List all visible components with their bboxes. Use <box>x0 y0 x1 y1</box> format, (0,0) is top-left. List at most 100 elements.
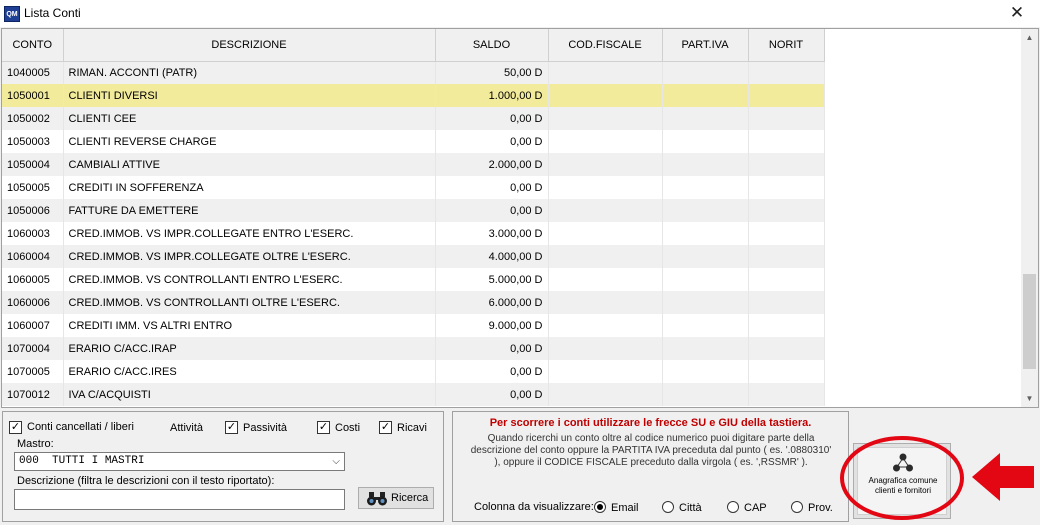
cell-cod-fiscale[interactable] <box>548 199 663 222</box>
cell-part-iva[interactable] <box>662 199 749 222</box>
cell-conto[interactable]: 1060004 <box>2 245 64 268</box>
cell-descrizione[interactable]: CLIENTI DIVERSI <box>63 84 436 107</box>
conti-cancellati-checkbox[interactable]: ✓ <box>9 421 22 434</box>
table-row[interactable]: 1060006 CRED.IMMOB. VS CONTROLLANTI OLTRE… <box>2 291 825 314</box>
cell-saldo[interactable]: 5.000,00 D <box>435 268 549 291</box>
table-row[interactable]: 1050002 CLIENTI CEE 0,00 D <box>2 107 825 130</box>
table-row[interactable]: 1050006 FATTURE DA EMETTERE 0,00 D <box>2 199 825 222</box>
cell-norit[interactable] <box>748 245 825 268</box>
cell-saldo[interactable]: 0,00 D <box>435 130 549 153</box>
table-row[interactable]: 1070004 ERARIO C/ACC.IRAP 0,00 D <box>2 337 825 360</box>
cell-saldo[interactable]: 0,00 D <box>435 337 549 360</box>
cell-saldo[interactable]: 3.000,00 D <box>435 222 549 245</box>
cell-norit[interactable] <box>748 268 825 291</box>
cell-part-iva[interactable] <box>662 337 749 360</box>
cell-part-iva[interactable] <box>662 61 749 84</box>
column-header-norit[interactable]: NORIT <box>748 29 825 62</box>
passivita-checkbox[interactable]: ✓ <box>225 421 238 434</box>
radio-cap[interactable] <box>727 501 739 513</box>
table-row[interactable]: 1070012 IVA C/ACQUISTI 0,00 D <box>2 383 825 406</box>
cell-norit[interactable] <box>748 176 825 199</box>
cell-norit[interactable] <box>748 153 825 176</box>
cell-descrizione[interactable]: CREDITI IMM. VS ALTRI ENTRO <box>63 314 436 337</box>
cell-cod-fiscale[interactable] <box>548 153 663 176</box>
cell-norit[interactable] <box>748 314 825 337</box>
cell-saldo[interactable]: 0,00 D <box>435 176 549 199</box>
column-header-part-iva[interactable]: PART.IVA <box>662 29 749 62</box>
cell-saldo[interactable]: 50,00 D <box>435 61 549 84</box>
cell-norit[interactable] <box>748 383 825 406</box>
table-row[interactable]: 1050001 CLIENTI DIVERSI 1.000,00 D <box>2 84 825 107</box>
table-row[interactable]: 1050004 CAMBIALI ATTIVE 2.000,00 D <box>2 153 825 176</box>
cell-conto[interactable]: 1060005 <box>2 268 64 291</box>
vertical-scrollbar[interactable]: ▲ ▼ <box>1021 29 1038 407</box>
cell-conto[interactable]: 1050004 <box>2 153 64 176</box>
descrizione-filter-input[interactable] <box>14 489 345 510</box>
scroll-down-icon[interactable]: ▼ <box>1021 390 1038 407</box>
cell-norit[interactable] <box>748 107 825 130</box>
cell-conto[interactable]: 1050006 <box>2 199 64 222</box>
column-header-cod-fiscale[interactable]: COD.FISCALE <box>548 29 663 62</box>
cell-part-iva[interactable] <box>662 153 749 176</box>
cell-norit[interactable] <box>748 291 825 314</box>
cell-conto[interactable]: 1050003 <box>2 130 64 153</box>
cell-cod-fiscale[interactable] <box>548 360 663 383</box>
column-header-descrizione[interactable]: DESCRIZIONE <box>63 29 436 62</box>
cell-norit[interactable] <box>748 360 825 383</box>
cell-descrizione[interactable]: CLIENTI REVERSE CHARGE <box>63 130 436 153</box>
table-row[interactable]: 1060007 CREDITI IMM. VS ALTRI ENTRO 9.000,… <box>2 314 825 337</box>
cell-descrizione[interactable]: ERARIO C/ACC.IRES <box>63 360 436 383</box>
cell-descrizione[interactable]: CLIENTI CEE <box>63 107 436 130</box>
cell-conto[interactable]: 1070012 <box>2 383 64 406</box>
cell-descrizione[interactable]: CRED.IMMOB. VS CONTROLLANTI OLTRE L'ESER… <box>63 291 436 314</box>
column-header-saldo[interactable]: SALDO <box>435 29 549 62</box>
cell-conto[interactable]: 1060007 <box>2 314 64 337</box>
table-row[interactable]: 1040005 RIMAN. ACCONTI (PATR) 50,00 D <box>2 61 825 84</box>
cell-cod-fiscale[interactable] <box>548 61 663 84</box>
cell-part-iva[interactable] <box>662 383 749 406</box>
radio-prov[interactable] <box>791 501 803 513</box>
cell-part-iva[interactable] <box>662 314 749 337</box>
cell-part-iva[interactable] <box>662 84 749 107</box>
cell-saldo[interactable]: 0,00 D <box>435 199 549 222</box>
cell-conto[interactable]: 1060003 <box>2 222 64 245</box>
table-row[interactable]: 1050005 CREDITI IN SOFFERENZA 0,00 D <box>2 176 825 199</box>
cell-descrizione[interactable]: CRED.IMMOB. VS IMPR.COLLEGATE ENTRO L'ES… <box>63 222 436 245</box>
ricavi-checkbox[interactable]: ✓ <box>379 421 392 434</box>
cell-descrizione[interactable]: CRED.IMMOB. VS CONTROLLANTI ENTRO L'ESER… <box>63 268 436 291</box>
cell-conto[interactable]: 1050005 <box>2 176 64 199</box>
cell-norit[interactable] <box>748 222 825 245</box>
cell-cod-fiscale[interactable] <box>548 268 663 291</box>
cell-descrizione[interactable]: IVA C/ACQUISTI <box>63 383 436 406</box>
radio-citta[interactable] <box>662 501 674 513</box>
cell-part-iva[interactable] <box>662 245 749 268</box>
cell-saldo[interactable]: 0,00 D <box>435 383 549 406</box>
cell-cod-fiscale[interactable] <box>548 130 663 153</box>
scroll-up-icon[interactable]: ▲ <box>1021 29 1038 46</box>
cell-conto[interactable]: 1040005 <box>2 61 64 84</box>
cell-norit[interactable] <box>748 61 825 84</box>
cell-cod-fiscale[interactable] <box>548 107 663 130</box>
cell-norit[interactable] <box>748 130 825 153</box>
ricerca-button[interactable]: Ricerca <box>358 487 434 509</box>
table-row[interactable]: 1070005 ERARIO C/ACC.IRES 0,00 D <box>2 360 825 383</box>
cell-part-iva[interactable] <box>662 176 749 199</box>
cell-conto[interactable]: 1060006 <box>2 291 64 314</box>
cell-conto[interactable]: 1050001 <box>2 84 64 107</box>
cell-saldo[interactable]: 6.000,00 D <box>435 291 549 314</box>
cell-norit[interactable] <box>748 337 825 360</box>
cell-cod-fiscale[interactable] <box>548 222 663 245</box>
costi-checkbox[interactable]: ✓ <box>317 421 330 434</box>
scroll-thumb[interactable] <box>1023 274 1036 369</box>
cell-conto[interactable]: 1050002 <box>2 107 64 130</box>
cell-cod-fiscale[interactable] <box>548 291 663 314</box>
cell-conto[interactable]: 1070004 <box>2 337 64 360</box>
cell-cod-fiscale[interactable] <box>548 337 663 360</box>
table-row[interactable]: 1060003 CRED.IMMOB. VS IMPR.COLLEGATE ENT… <box>2 222 825 245</box>
cell-saldo[interactable]: 1.000,00 D <box>435 84 549 107</box>
cell-descrizione[interactable]: CAMBIALI ATTIVE <box>63 153 436 176</box>
cell-descrizione[interactable]: RIMAN. ACCONTI (PATR) <box>63 61 436 84</box>
cell-descrizione[interactable]: FATTURE DA EMETTERE <box>63 199 436 222</box>
mastro-select[interactable]: 000 TUTTI I MASTRI ⌵ <box>14 452 345 471</box>
table-row[interactable]: 1050003 CLIENTI REVERSE CHARGE 0,00 D <box>2 130 825 153</box>
